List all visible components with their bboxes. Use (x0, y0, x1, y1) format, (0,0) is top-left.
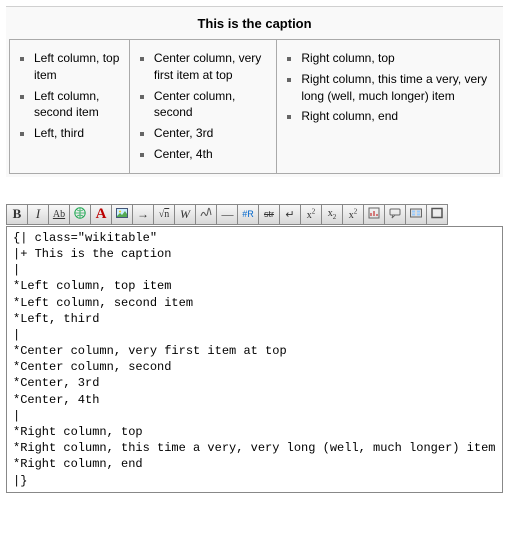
gallery-icon (409, 206, 423, 223)
sqrt-button[interactable]: √n (153, 204, 175, 225)
list-center: Center column, very first item at top Ce… (146, 50, 268, 163)
redirect-hash-button[interactable]: #R (237, 204, 259, 225)
list-item: Center, 3rd (154, 125, 268, 142)
signature-button[interactable] (195, 204, 217, 225)
sub-x2-button[interactable]: x2 (321, 204, 343, 225)
list-item: Left column, second item (34, 88, 121, 122)
italic-icon: I (36, 206, 40, 222)
w-icon: W (180, 207, 190, 222)
wiki-w-button[interactable]: W (174, 204, 196, 225)
sub-icon: x2 (328, 208, 337, 221)
lbr-icon: ↵ (285, 208, 294, 221)
linebreak-button[interactable]: ↵ (279, 204, 301, 225)
hr-icon: — (222, 207, 233, 222)
arrow-icon: → (137, 207, 149, 222)
image-icon (115, 206, 129, 223)
big-a-icon: A (96, 206, 107, 223)
wikitable: Left column, top item Left column, secon… (9, 39, 500, 174)
font-color-button[interactable]: A (90, 204, 112, 225)
gallery-button[interactable] (405, 204, 427, 225)
strikethrough-button[interactable]: str (258, 204, 280, 225)
list-item: Right column, end (301, 108, 491, 125)
sqrt-icon: √n (159, 209, 170, 220)
list-item: Right column, top (301, 50, 491, 67)
ab-strike-icon: Ab (53, 209, 65, 220)
list-item: Right column, this time a very, very lon… (301, 71, 491, 105)
hr-button[interactable]: — (216, 204, 238, 225)
frame-icon (430, 206, 444, 223)
italic-button[interactable]: I (27, 204, 49, 225)
table-cell-left: Left column, top item Left column, secon… (10, 40, 130, 174)
rendered-output: This is the caption Left column, top ite… (6, 6, 503, 177)
bold-button[interactable]: B (6, 204, 28, 225)
frame-button[interactable] (426, 204, 448, 225)
strike-button[interactable]: Ab (48, 204, 70, 225)
super-x2-button[interactable]: x2 (300, 204, 322, 225)
arrow-button[interactable]: → (132, 204, 154, 225)
table-cell-center: Center column, very first item at top Ce… (129, 40, 276, 174)
sup-icon: x2 (349, 208, 358, 221)
chart-icon (367, 206, 381, 223)
list-left: Left column, top item Left column, secon… (26, 50, 121, 142)
hashr-icon: #R (242, 209, 254, 220)
table-caption: This is the caption (9, 10, 500, 39)
list-item: Center column, very first item at top (154, 50, 268, 84)
list-right: Right column, top Right column, this tim… (293, 50, 491, 125)
table-cell-right: Right column, top Right column, this tim… (277, 40, 500, 174)
list-item: Left column, top item (34, 50, 121, 84)
image-button[interactable] (111, 204, 133, 225)
insert-chart-button[interactable] (363, 204, 385, 225)
source-editor[interactable]: {| class="wikitable" |+ This is the capt… (13, 230, 496, 489)
sig-icon (199, 206, 213, 223)
comment-button[interactable] (384, 204, 406, 225)
bold-icon: B (13, 206, 22, 222)
editor-toolbar: BI Ab A → √n W — #R str ↵ x2 x2 x2 (6, 203, 503, 226)
globe-link-button[interactable] (69, 204, 91, 225)
small-x2-button[interactable]: x2 (342, 204, 364, 225)
str-strike-icon: str (264, 209, 274, 220)
sup-icon: x2 (307, 208, 316, 221)
list-item: Left, third (34, 125, 121, 142)
source-editor-wrap: {| class="wikitable" |+ This is the capt… (6, 226, 503, 493)
list-item: Center column, second (154, 88, 268, 122)
globe-icon (73, 206, 87, 223)
comment-icon (388, 206, 402, 223)
list-item: Center, 4th (154, 146, 268, 163)
